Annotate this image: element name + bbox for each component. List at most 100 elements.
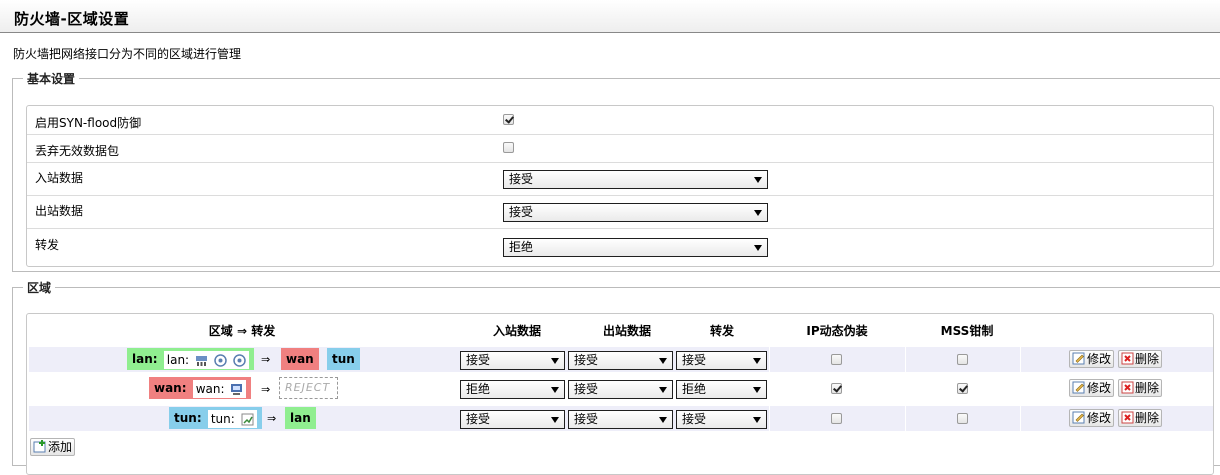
basic-settings-table: 启用SYN-flood防御 丢弃无效数据包 入站数据 接受 出站数据 接受 转发…: [26, 105, 1214, 267]
chevron-down-icon: [754, 177, 762, 183]
zone-chip-lan: lan: lan:: [127, 348, 254, 370]
mss-clamping-checkbox[interactable]: [957, 383, 968, 394]
chevron-down-icon: [551, 387, 559, 393]
setting-row-drop-invalid: 丢弃无效数据包: [27, 134, 1213, 163]
header-forward: 转发: [709, 324, 734, 338]
chevron-down-icon: [659, 358, 667, 364]
dest-chip-lan: lan: [285, 407, 316, 429]
zone-output-select[interactable]: 接受: [568, 351, 673, 370]
edit-button[interactable]: 修改: [1069, 350, 1115, 368]
header-input: 入站数据: [492, 324, 541, 338]
zones-section: 区域 区域 ⇒ 转发 入站数据 出站数据 转发 IP动态伪装 MSS钳制 lan…: [12, 279, 1220, 475]
zone-output-select[interactable]: 接受: [568, 410, 673, 429]
forward-arrow: ⇒: [267, 412, 277, 425]
chevron-down-icon: [754, 245, 762, 251]
wifi-icon: [232, 353, 246, 367]
zones-table: 区域 ⇒ 转发 入站数据 出站数据 转发 IP动态伪装 MSS钳制 lan: l…: [26, 313, 1214, 475]
ethernet-icon: [231, 383, 243, 395]
setting-row-syn-flood: 启用SYN-flood防御: [27, 106, 1213, 135]
zone-row-tun: tun: tun: ⇒ lan 接受 接受 接受 修改 删除: [29, 406, 1213, 431]
chevron-down-icon: [754, 210, 762, 216]
output-policy-label: 出站数据: [35, 204, 84, 218]
setting-row-input: 入站数据 接受: [27, 162, 1213, 196]
edit-button[interactable]: 修改: [1069, 379, 1115, 397]
forward-arrow: ⇒: [261, 353, 271, 366]
forward-policy-select[interactable]: 拒绝: [503, 238, 768, 257]
chevron-down-icon: [659, 387, 667, 393]
chevron-down-icon: [551, 358, 559, 364]
syn-flood-label: 启用SYN-flood防御: [35, 116, 142, 130]
zone-row-wan: wan: wan: ⇒ REJECT 拒绝 接受 拒绝 修改 删除: [29, 376, 1213, 401]
delete-icon: [1121, 381, 1134, 394]
dest-chip-reject: REJECT: [279, 377, 338, 399]
masquerade-checkbox[interactable]: [831, 354, 842, 365]
header-mss-clamping: MSS钳制: [940, 324, 994, 338]
zone-chip-wan: wan: wan:: [149, 377, 252, 399]
basic-settings-section: 基本设置 启用SYN-flood防御 丢弃无效数据包 入站数据 接受 出站数据 …: [12, 70, 1220, 272]
interface-label: lan:: [166, 352, 190, 367]
header-zone-forward: 区域 ⇒ 转发: [208, 324, 276, 338]
zone-interfaces: tun:: [207, 409, 257, 428]
zone-name: wan:: [154, 381, 187, 395]
zone-input-select[interactable]: 接受: [460, 351, 565, 370]
delete-button[interactable]: 删除: [1118, 409, 1163, 427]
mss-clamping-checkbox[interactable]: [957, 354, 968, 365]
zone-output-select[interactable]: 接受: [568, 380, 673, 399]
edit-icon: [1072, 381, 1085, 394]
edit-icon: [1072, 352, 1085, 365]
page-title: 防火墙-区域设置: [14, 10, 130, 28]
input-policy-label: 入站数据: [35, 171, 84, 185]
interface-label: tun:: [210, 411, 235, 426]
forward-policy-label: 转发: [35, 238, 60, 252]
chevron-down-icon: [753, 417, 761, 423]
tunnel-icon: [241, 413, 254, 425]
delete-button[interactable]: 删除: [1118, 350, 1163, 368]
output-policy-value: 接受: [509, 205, 534, 219]
input-policy-select[interactable]: 接受: [503, 170, 768, 189]
zone-interfaces: lan:: [163, 350, 249, 369]
chevron-down-icon: [753, 387, 761, 393]
zone-forward-select[interactable]: 接受: [676, 351, 767, 370]
zone-forward-select[interactable]: 拒绝: [676, 380, 767, 399]
syn-flood-checkbox[interactable]: [503, 114, 514, 125]
header-output: 出站数据: [602, 324, 651, 338]
mss-clamping-checkbox[interactable]: [957, 413, 968, 424]
add-zone-button[interactable]: 添加: [30, 438, 76, 456]
page-header: 防火墙-区域设置: [0, 0, 1220, 33]
interface-label: wan:: [195, 381, 225, 396]
delete-icon: [1121, 352, 1134, 365]
edit-icon: [1072, 411, 1085, 424]
forward-arrow: ⇒: [261, 383, 271, 396]
page-description: 防火墙把网络接口分为不同的区域进行管理: [13, 47, 242, 61]
delete-icon: [1121, 411, 1134, 424]
masquerade-checkbox[interactable]: [831, 413, 842, 424]
chevron-down-icon: [659, 417, 667, 423]
chevron-down-icon: [551, 417, 559, 423]
basic-settings-legend: 基本设置: [27, 72, 76, 86]
header-masquerade: IP动态伪装: [806, 324, 868, 338]
masquerade-checkbox[interactable]: [831, 383, 842, 394]
zone-input-select[interactable]: 接受: [460, 410, 565, 429]
wifi-icon: [214, 353, 227, 367]
zones-legend: 区域: [27, 281, 52, 295]
chevron-down-icon: [753, 358, 761, 364]
zone-name: lan:: [132, 352, 158, 366]
zone-input-select[interactable]: 拒绝: [460, 380, 565, 399]
setting-row-output: 出站数据 接受: [27, 195, 1213, 229]
forward-policy-value: 拒绝: [509, 240, 534, 254]
zone-name: tun:: [174, 411, 202, 425]
zone-row-lan: lan: lan: ⇒ wan tun 接受 接受 接受 修改 删除: [29, 347, 1213, 372]
dest-chip-tun: tun: [327, 348, 360, 370]
add-icon: [33, 440, 46, 453]
drop-invalid-checkbox[interactable]: [503, 142, 514, 153]
edit-button[interactable]: 修改: [1069, 409, 1115, 427]
dest-chip-wan: wan: [281, 348, 319, 370]
setting-row-forward: 转发 拒绝: [27, 228, 1213, 265]
zone-forward-select[interactable]: 接受: [676, 410, 767, 429]
output-policy-select[interactable]: 接受: [503, 203, 768, 222]
bridge-icon: [195, 355, 207, 366]
drop-invalid-label: 丢弃无效数据包: [35, 144, 120, 158]
zone-chip-tun: tun: tun:: [169, 407, 262, 429]
delete-button[interactable]: 删除: [1118, 379, 1163, 397]
zone-interfaces: wan:: [192, 379, 247, 398]
